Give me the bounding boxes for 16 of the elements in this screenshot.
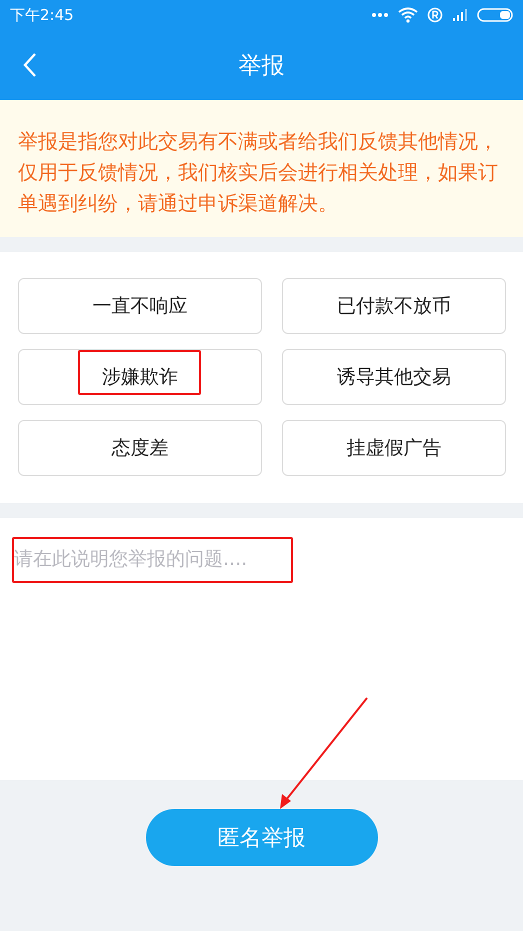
description-field[interactable]: 请在此说明您举报的问题.... <box>0 518 523 780</box>
wifi-icon <box>398 7 418 23</box>
reason-option[interactable]: 已付款不放币 <box>282 278 506 334</box>
signal-icon <box>452 8 468 22</box>
battery-icon <box>477 8 513 22</box>
reason-option[interactable]: 一直不响应 <box>18 278 262 334</box>
registered-icon <box>427 7 443 23</box>
page-title: 举报 <box>238 52 284 80</box>
reason-option[interactable]: 态度差 <box>18 420 262 476</box>
reason-option[interactable]: 诱导其他交易 <box>282 349 506 405</box>
notice-text: 举报是指您对此交易有不满或者给我们反馈其他情况，仅用于反馈情况，我们核实后会进行相关处理，如果订单遇到纠纷，请通过申诉渠道解决。 <box>0 100 523 237</box>
more-dots-icon <box>371 12 389 18</box>
reason-option[interactable]: 涉嫌欺诈 <box>18 349 262 405</box>
status-time: 下午2:45 <box>10 6 74 24</box>
back-icon[interactable] <box>23 52 37 78</box>
reason-option[interactable]: 挂虚假广告 <box>282 420 506 476</box>
